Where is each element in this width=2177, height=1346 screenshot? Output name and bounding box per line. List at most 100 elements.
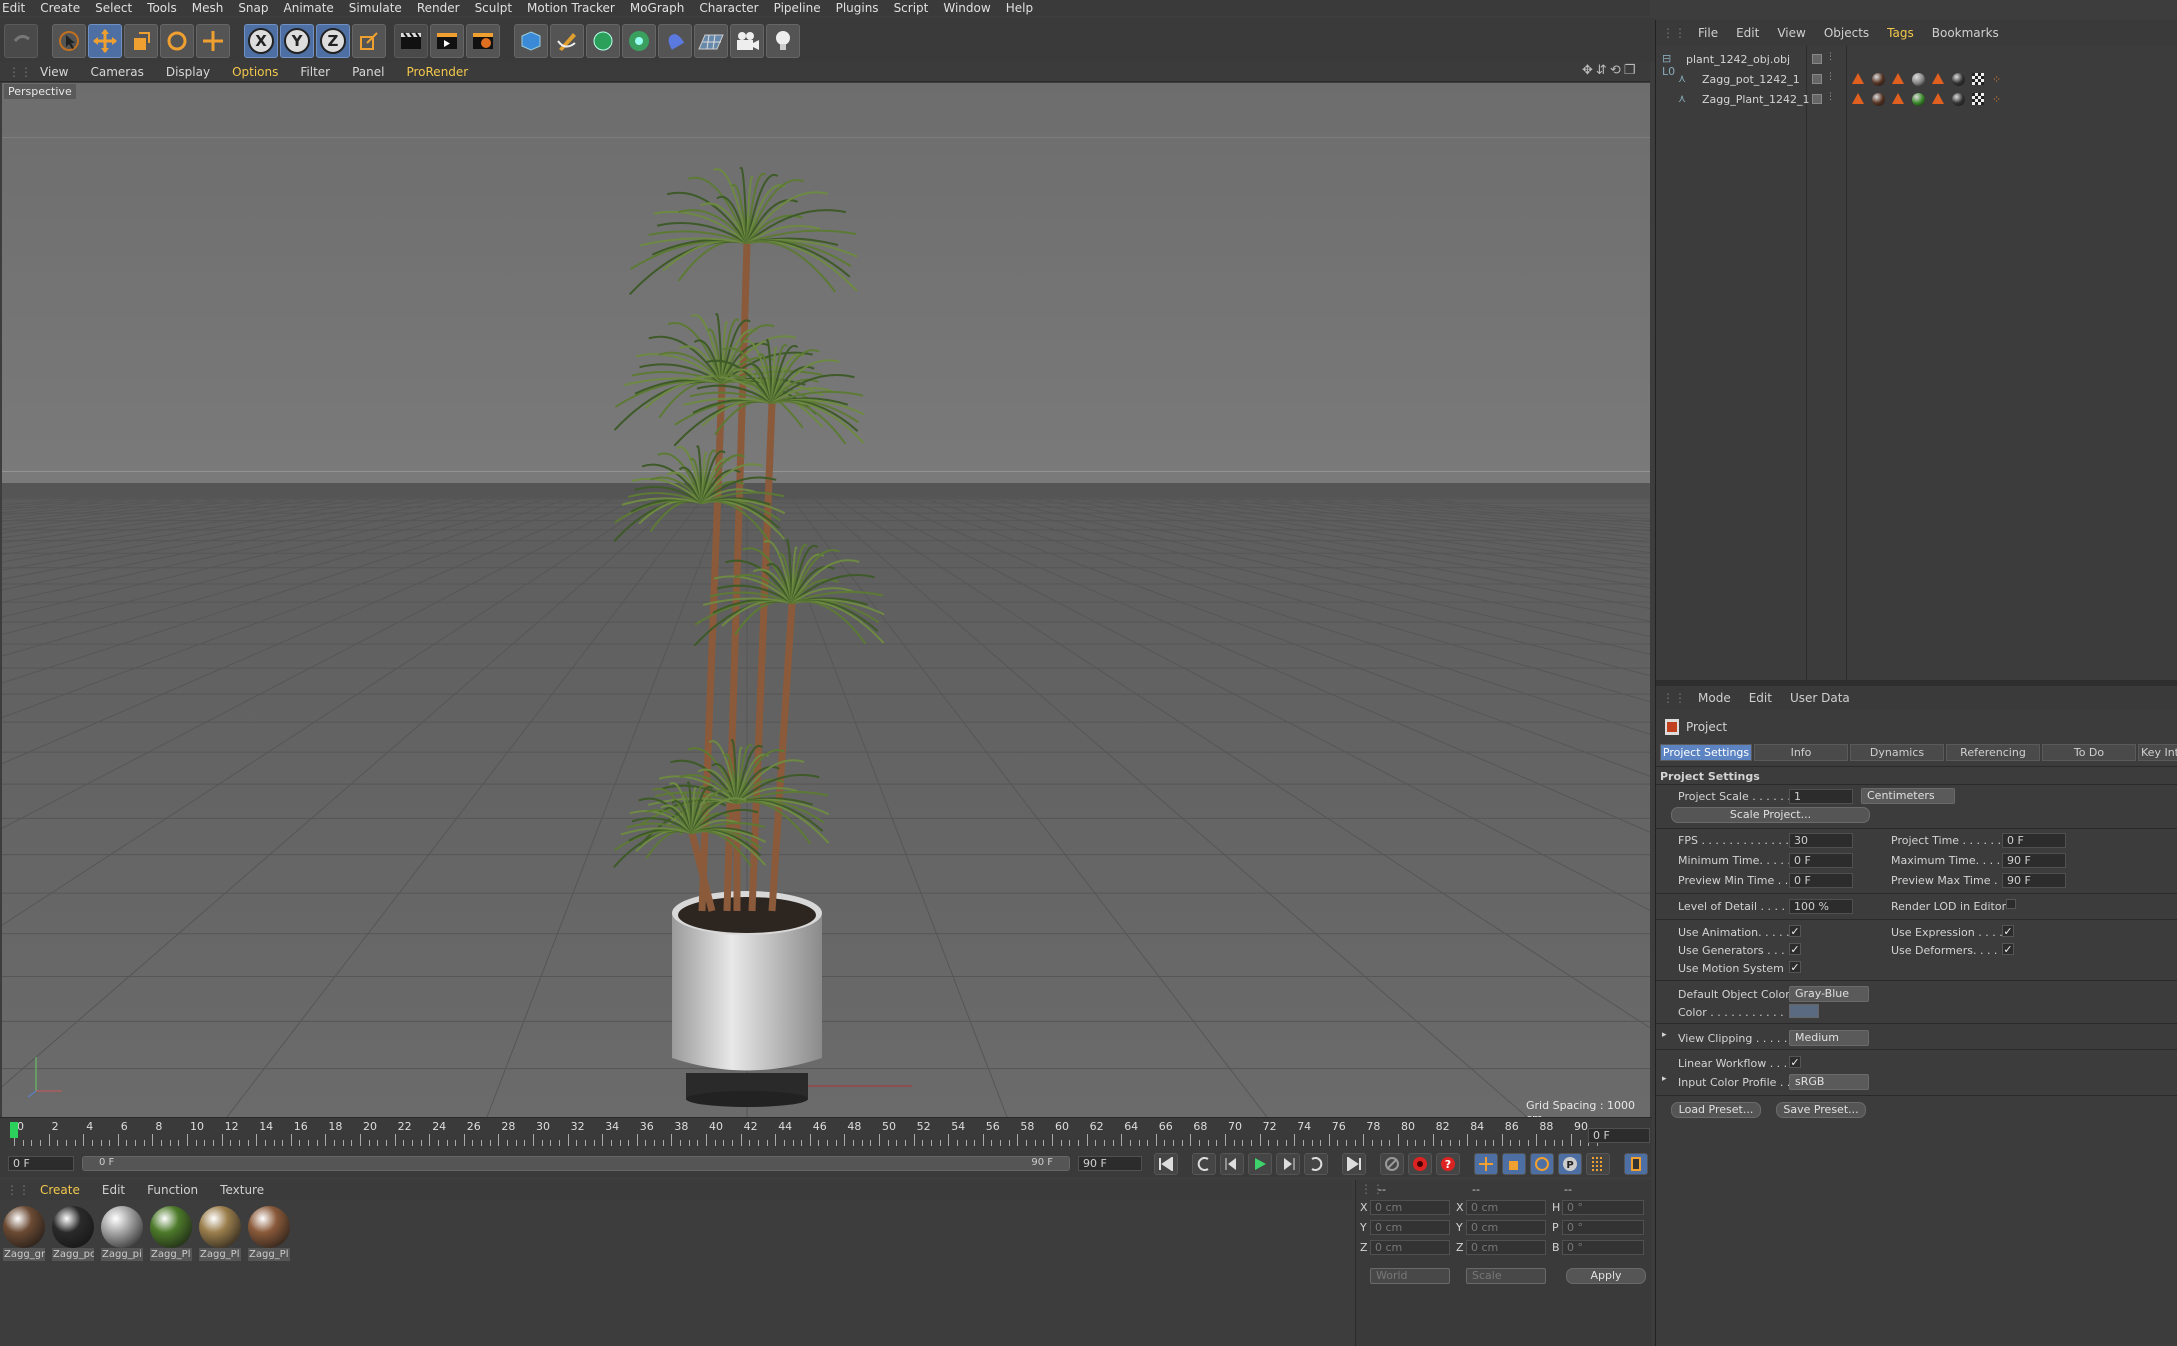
use-animation-checkbox[interactable]: ✓ [1789, 925, 1801, 937]
menu-pipeline[interactable]: Pipeline [774, 1, 821, 15]
use-expression-checkbox[interactable]: ✓ [2002, 925, 2014, 937]
texture-tag-icon[interactable] [1892, 73, 1904, 84]
layer-icon[interactable] [1812, 94, 1822, 104]
y-axis-button[interactable]: Y [280, 24, 314, 58]
use-deformers-checkbox[interactable]: ✓ [2002, 943, 2014, 955]
coord-value-field[interactable]: 0 cm [1466, 1220, 1546, 1235]
texture-tag-icon[interactable] [1852, 73, 1864, 84]
coord-value-field[interactable]: 0 ° [1562, 1220, 1644, 1235]
x-axis-button[interactable]: X [244, 24, 278, 58]
visibility-dots-icon[interactable]: ⋮ [1826, 52, 1835, 62]
pen-spline-button[interactable] [550, 24, 584, 58]
material-tag-icon[interactable] [1912, 93, 1925, 106]
viewport-menu-view[interactable]: View [40, 65, 68, 79]
material-menu-create[interactable]: Create [40, 1183, 80, 1197]
viewport-menu-prorender[interactable]: ProRender [406, 65, 468, 79]
lod-field[interactable]: 100 % [1789, 899, 1853, 914]
view-clipping-dropdown[interactable]: Medium [1789, 1030, 1869, 1046]
project-time-field[interactable]: 0 F [2002, 833, 2066, 848]
expand-arrow-icon[interactable]: ▸ [1662, 1074, 1667, 1084]
zoom-icon[interactable]: ⇵ [1596, 63, 1607, 81]
undo-button[interactable] [4, 24, 38, 58]
texture-tag-icon[interactable] [1932, 73, 1944, 84]
end-frame-field[interactable]: 90 F [1078, 1156, 1142, 1171]
expand-arrow-icon[interactable]: ▸ [1662, 1030, 1667, 1040]
attr-menu-mode[interactable]: Mode [1698, 691, 1731, 705]
objects-menu-edit[interactable]: Edit [1736, 26, 1759, 40]
coord-value-field[interactable]: 0 cm [1466, 1240, 1546, 1255]
material-swatch[interactable]: Zagg_pi [101, 1206, 145, 1262]
timeline-window-button[interactable] [1624, 1153, 1648, 1175]
objects-menu-view[interactable]: View [1777, 26, 1805, 40]
menu-mesh[interactable]: Mesh [192, 1, 224, 15]
scale-dropdown[interactable]: Scale [1466, 1268, 1546, 1284]
min-time-field[interactable]: 0 F [1789, 853, 1853, 868]
material-tag-icon[interactable] [1952, 93, 1965, 106]
rotate-tool-button[interactable] [160, 24, 194, 58]
uvw-tag-icon[interactable] [1972, 73, 1984, 85]
menu-snap[interactable]: Snap [238, 1, 268, 15]
tab-to-do[interactable]: To Do [2042, 744, 2136, 761]
material-tag-icon[interactable] [1952, 73, 1965, 86]
material-swatch[interactable]: Zagg_Pl [150, 1206, 194, 1262]
live-select-button[interactable] [52, 24, 86, 58]
material-swatch[interactable]: Zagg_gr [3, 1206, 47, 1262]
menu-mograph[interactable]: MoGraph [630, 1, 685, 15]
key-position-button[interactable] [1474, 1153, 1498, 1175]
menu-help[interactable]: Help [1006, 1, 1033, 15]
preview-min-field[interactable]: 0 F [1789, 873, 1853, 888]
material-swatch[interactable]: Zagg_pc [52, 1206, 96, 1262]
menu-create[interactable]: Create [40, 1, 80, 15]
render-settings-button[interactable] [466, 24, 500, 58]
units-dropdown[interactable]: Centimeters [1861, 788, 1955, 804]
rotate-view-icon[interactable]: ⟲ [1610, 63, 1621, 81]
menu-animate[interactable]: Animate [284, 1, 334, 15]
keyframe-selection-button[interactable]: ? [1436, 1153, 1460, 1175]
timeline-ruler[interactable]: 0 2 4 6 8 10 12 14 16 18 20 22 24 26 28 30 32 34 36 38 40 42 4… [0, 1117, 1652, 1151]
input-color-profile-dropdown[interactable]: sRGB [1789, 1074, 1869, 1090]
material-tag-icon[interactable] [1912, 73, 1925, 86]
object-row[interactable]: ⋏ Zagg_Plant_1242_1 ⋮ ⁘ [1656, 90, 2177, 108]
texture-tag-icon[interactable] [1932, 93, 1944, 104]
viewport-menu-cameras[interactable]: Cameras [90, 65, 143, 79]
menu-simulate[interactable]: Simulate [349, 1, 402, 15]
transform-tool-button[interactable] [196, 24, 230, 58]
viewport-menu-filter[interactable]: Filter [300, 65, 330, 79]
tab-referencing[interactable]: Referencing [1946, 744, 2040, 761]
prev-frame-button[interactable] [1220, 1153, 1244, 1175]
tab-key-int[interactable]: Key Int [2138, 744, 2177, 761]
material-menu-edit[interactable]: Edit [102, 1183, 125, 1197]
viewport-menu-display[interactable]: Display [166, 65, 210, 79]
prev-key-button[interactable] [1192, 1153, 1216, 1175]
menu-script[interactable]: Script [894, 1, 929, 15]
save-preset-button[interactable]: Save Preset... [1776, 1102, 1866, 1118]
texture-tag-icon[interactable] [1852, 93, 1864, 104]
next-frame-button[interactable] [1276, 1153, 1300, 1175]
linear-workflow-checkbox[interactable]: ✓ [1789, 1056, 1801, 1068]
menu-edit[interactable]: Edit [2, 1, 25, 15]
current-frame-field[interactable]: 0 F [1588, 1128, 1650, 1143]
objects-menu-tags[interactable]: Tags [1887, 26, 1914, 40]
fps-field[interactable]: 30 [1789, 833, 1853, 848]
load-preset-button[interactable]: Load Preset... [1671, 1102, 1761, 1118]
use-generators-checkbox[interactable]: ✓ [1789, 943, 1801, 955]
start-frame-field[interactable]: 0 F [8, 1156, 74, 1171]
menu-render[interactable]: Render [417, 1, 460, 15]
menu-select[interactable]: Select [95, 1, 132, 15]
scale-tool-button[interactable] [124, 24, 158, 58]
render-picture-viewer-button[interactable] [430, 24, 464, 58]
coord-value-field[interactable]: 0 cm [1370, 1200, 1450, 1215]
material-swatch[interactable]: Zagg_Pl [199, 1206, 243, 1262]
maximize-icon[interactable]: ❐ [1624, 63, 1636, 81]
render-view-button[interactable] [394, 24, 428, 58]
tab-project-settings[interactable]: Project Settings [1660, 744, 1752, 761]
coord-value-field[interactable]: 0 cm [1370, 1220, 1450, 1235]
color-swatch[interactable] [1789, 1004, 1819, 1018]
subdivision-button[interactable] [586, 24, 620, 58]
menu-window[interactable]: Window [943, 1, 990, 15]
object-row[interactable]: ⊟ L0 plant_1242_obj.obj ⋮ [1656, 50, 2177, 78]
coord-value-field[interactable]: 0 cm [1466, 1200, 1546, 1215]
coord-value-field[interactable]: 0 ° [1562, 1240, 1644, 1255]
objects-menu-bookmarks[interactable]: Bookmarks [1932, 26, 1999, 40]
next-key-button[interactable] [1304, 1153, 1328, 1175]
